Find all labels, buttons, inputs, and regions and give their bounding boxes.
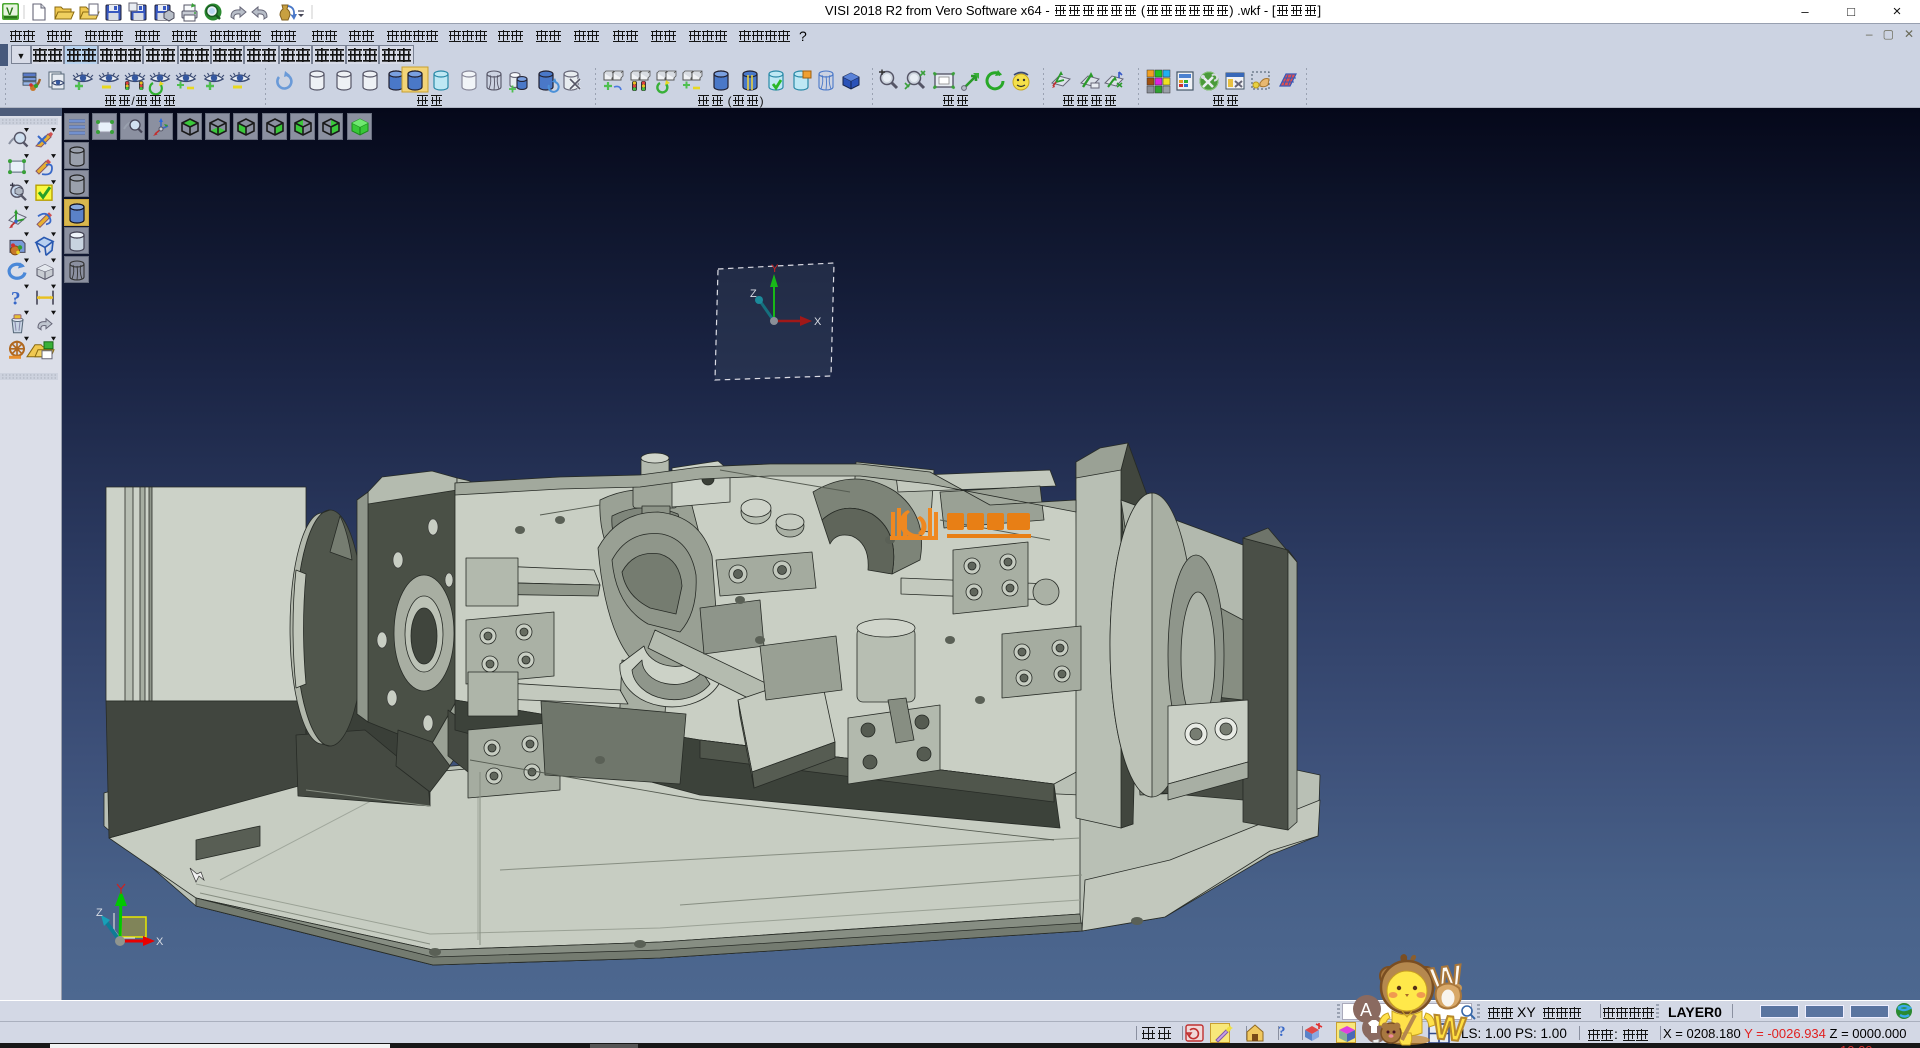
svg-text:X: X [156,936,164,948]
svg-text:Z: Z [96,907,103,919]
svg-text:Y: Y [771,263,779,275]
svg-text:Z: Z [750,288,757,300]
svg-text:W: W [1431,1008,1468,1048]
svg-text:X: X [814,316,822,328]
svg-text:?: ? [11,289,21,310]
